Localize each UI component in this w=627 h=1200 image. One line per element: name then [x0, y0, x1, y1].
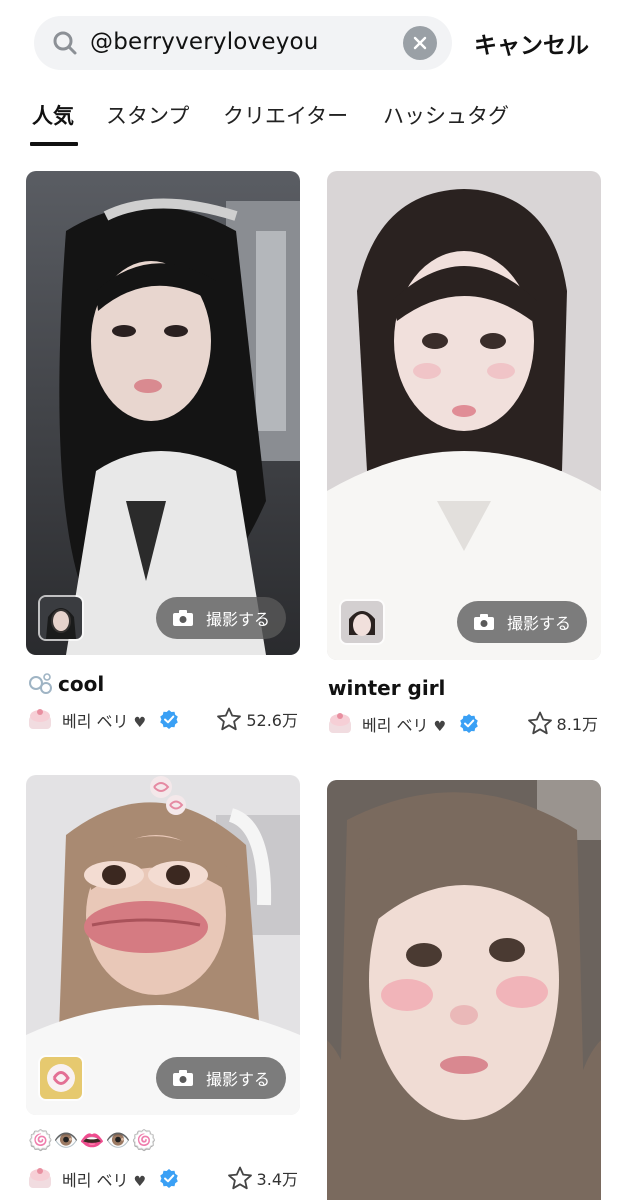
tab-stamps[interactable]: スタンプ	[106, 100, 189, 130]
star-icon	[227, 1166, 252, 1190]
filter-preview-image[interactable]: 撮影する	[327, 171, 601, 660]
favorite-count[interactable]: 8.1万	[527, 711, 598, 735]
filter-meta: 베리 ベリ ♥ 3.4万	[26, 1164, 298, 1194]
tab-popular[interactable]: 人気	[32, 100, 74, 130]
creator-name[interactable]: 베리 ベリ ♥	[62, 708, 146, 732]
shoot-label: 撮影する	[206, 610, 271, 629]
favorite-count[interactable]: 3.4万	[227, 1166, 298, 1190]
search-input[interactable]: @berryveryloveyou	[34, 16, 452, 70]
shoot-label: 撮影する	[507, 614, 572, 633]
tab-creators[interactable]: クリエイター	[223, 100, 348, 130]
verified-icon	[160, 710, 178, 729]
creator-avatar-icon	[29, 709, 51, 729]
search-row: @berryveryloveyou キャンセル	[0, 0, 627, 84]
verified-icon	[460, 714, 478, 733]
close-icon	[413, 36, 427, 50]
filter-meta: 베리 ベリ ♥ 8.1万	[326, 709, 598, 739]
category-tabs: 人気 スタンプ クリエイター ハッシュタグ	[0, 96, 627, 148]
heart-icon: ♥	[133, 715, 147, 731]
shoot-button[interactable]: 撮影する	[457, 601, 587, 643]
filter-preview-image[interactable]: 撮影する	[26, 775, 300, 1115]
creator-name[interactable]: 베리 ベリ ♥	[62, 1167, 146, 1191]
star-icon	[217, 707, 242, 731]
filter-meta: 베리 ベリ ♥ 52.6万	[26, 705, 298, 735]
creator-avatar-icon	[329, 713, 351, 733]
camera-icon	[173, 1070, 193, 1086]
filter-preview-image[interactable]	[327, 780, 601, 1200]
heart-icon: ♥	[433, 719, 447, 735]
filter-title: cool	[58, 672, 105, 696]
tab-hashtags[interactable]: ハッシュタグ	[383, 100, 509, 130]
verified-icon	[160, 1169, 178, 1188]
bubbles-icon	[29, 673, 52, 694]
filter-title: winter girl	[328, 676, 446, 700]
search-icon	[53, 31, 77, 55]
camera-icon	[173, 610, 193, 626]
shoot-button[interactable]: 撮影する	[156, 1057, 286, 1099]
filter-creator-thumbnail	[38, 1055, 84, 1101]
star-icon	[527, 711, 552, 735]
active-tab-indicator	[30, 142, 78, 146]
shoot-button[interactable]: 撮影する	[156, 597, 286, 639]
heart-icon: ♥	[133, 1174, 147, 1190]
cancel-button[interactable]: キャンセル	[474, 26, 589, 60]
creator-avatar-icon	[29, 1168, 51, 1188]
filter-preview-image[interactable]: 撮影する	[26, 171, 300, 655]
filter-title: 🍥👁️👄👁️🍥	[28, 1128, 158, 1152]
creator-name[interactable]: 베리 ベリ ♥	[362, 712, 446, 736]
shoot-label: 撮影する	[206, 1070, 271, 1089]
camera-icon	[474, 614, 494, 630]
filter-creator-thumbnail	[38, 595, 84, 641]
clear-search-button[interactable]	[403, 26, 437, 60]
search-query[interactable]: @berryveryloveyou	[90, 29, 319, 55]
favorite-count[interactable]: 52.6万	[216, 707, 298, 731]
filter-creator-thumbnail	[339, 599, 385, 645]
